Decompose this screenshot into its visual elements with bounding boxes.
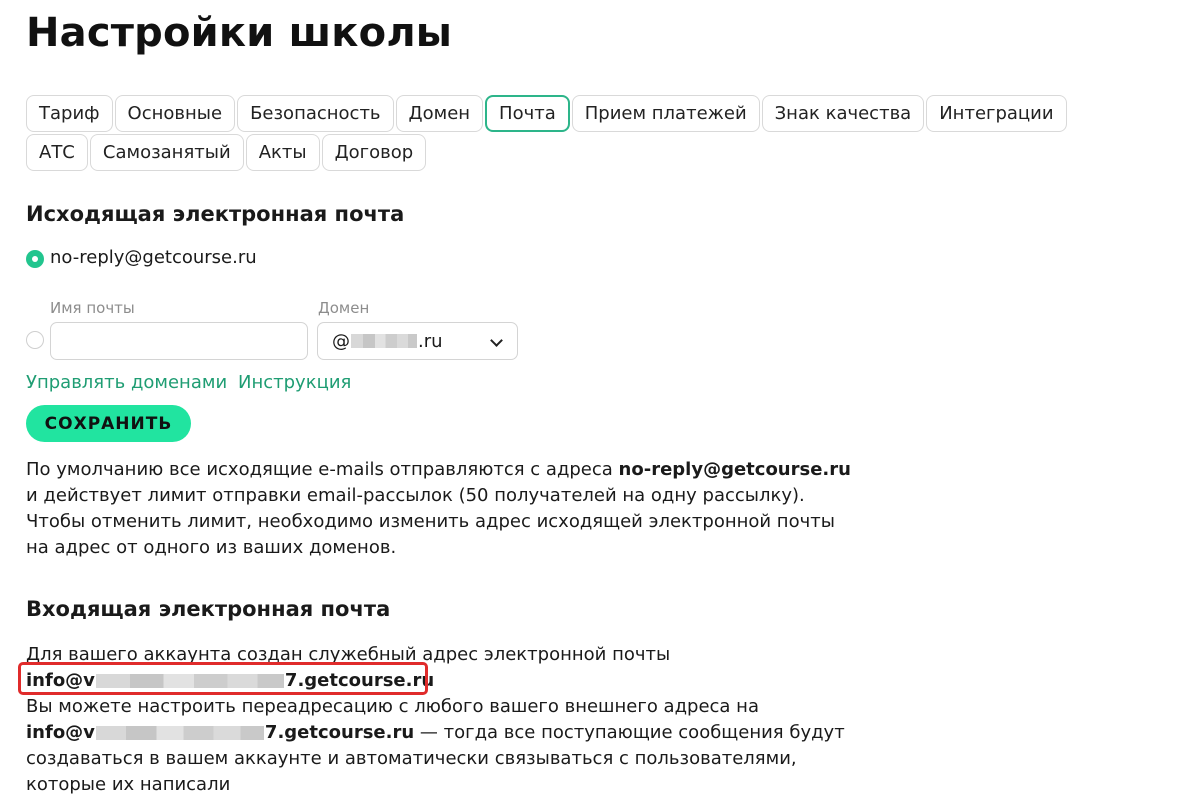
redacted-address-2	[95, 726, 264, 740]
domain-suffix: .ru	[418, 330, 443, 352]
forward-address-suffix: 7.getcourse.ru	[264, 722, 415, 743]
incoming-line-5: создаваться в вашем аккаунте и автоматич…	[26, 748, 797, 769]
tab-payments[interactable]: Прием платежей	[571, 95, 760, 132]
service-address-highlight	[18, 662, 428, 695]
domain-label: Домен	[318, 299, 370, 317]
save-button[interactable]: СОХРАНИТЬ	[26, 405, 191, 442]
tab-acts[interactable]: Акты	[245, 134, 320, 171]
custom-address-radio[interactable]	[26, 331, 44, 349]
settings-tabs-row-2: АТС Самозанятый Акты Договор	[26, 134, 427, 171]
tab-self-employed[interactable]: Самозанятый	[89, 134, 244, 171]
domain-select[interactable]: @ .ru	[317, 322, 518, 360]
incoming-line-4-rest: — тогда все поступающие сообщения будут	[414, 722, 845, 743]
redacted-domain	[351, 334, 417, 348]
tab-quality-mark[interactable]: Знак качества	[761, 95, 925, 132]
forward-address-prefix: info@v	[26, 722, 95, 743]
incoming-line-6: которые их написали	[26, 774, 231, 795]
description-line-1-text: По умолчанию все исходящие e-mails отпра…	[26, 459, 619, 480]
tab-security[interactable]: Безопасность	[237, 95, 394, 132]
tab-tariff[interactable]: Тариф	[26, 95, 113, 132]
outgoing-mail-title: Исходящая электронная почта	[26, 202, 405, 226]
default-address-label: no-reply@getcourse.ru	[50, 247, 257, 268]
description-line-3: Чтобы отменить лимит, необходимо изменит…	[26, 511, 835, 532]
chevron-down-icon	[490, 334, 503, 347]
incoming-line-3: Вы можете настроить переадресацию с любо…	[26, 696, 759, 717]
default-address-bold: no-reply@getcourse.ru	[618, 459, 851, 480]
mail-name-label: Имя почты	[50, 299, 135, 317]
incoming-line-4: info@v 7.getcourse.ru — тогда все поступа…	[26, 720, 845, 746]
outgoing-description: По умолчанию все исходящие e-mails отпра…	[26, 457, 851, 561]
settings-tabs-row-1: Тариф Основные Безопасность Домен Почта …	[26, 95, 1067, 132]
tab-domain[interactable]: Домен	[395, 95, 484, 132]
mail-name-input[interactable]	[50, 322, 308, 360]
description-line-2: и действует лимит отправки email-рассыло…	[26, 485, 805, 506]
description-line-4: на адрес от одного из ваших доменов.	[26, 537, 397, 558]
tab-integrations[interactable]: Интеграции	[926, 95, 1067, 132]
domain-select-value: @ .ru	[332, 331, 443, 352]
description-line-1: По умолчанию все исходящие e-mails отпра…	[26, 457, 851, 483]
default-address-radio[interactable]	[26, 250, 44, 268]
page-title: Настройки школы	[26, 10, 453, 56]
tab-mail[interactable]: Почта	[485, 95, 570, 132]
tab-ats[interactable]: АТС	[26, 134, 88, 171]
tab-general[interactable]: Основные	[114, 95, 236, 132]
manage-domains-link[interactable]: Управлять доменами	[26, 372, 227, 393]
instruction-link[interactable]: Инструкция	[238, 372, 351, 393]
domain-prefix: @	[332, 330, 350, 352]
tab-contract[interactable]: Договор	[321, 134, 427, 171]
incoming-mail-title: Входящая электронная почта	[26, 597, 391, 621]
